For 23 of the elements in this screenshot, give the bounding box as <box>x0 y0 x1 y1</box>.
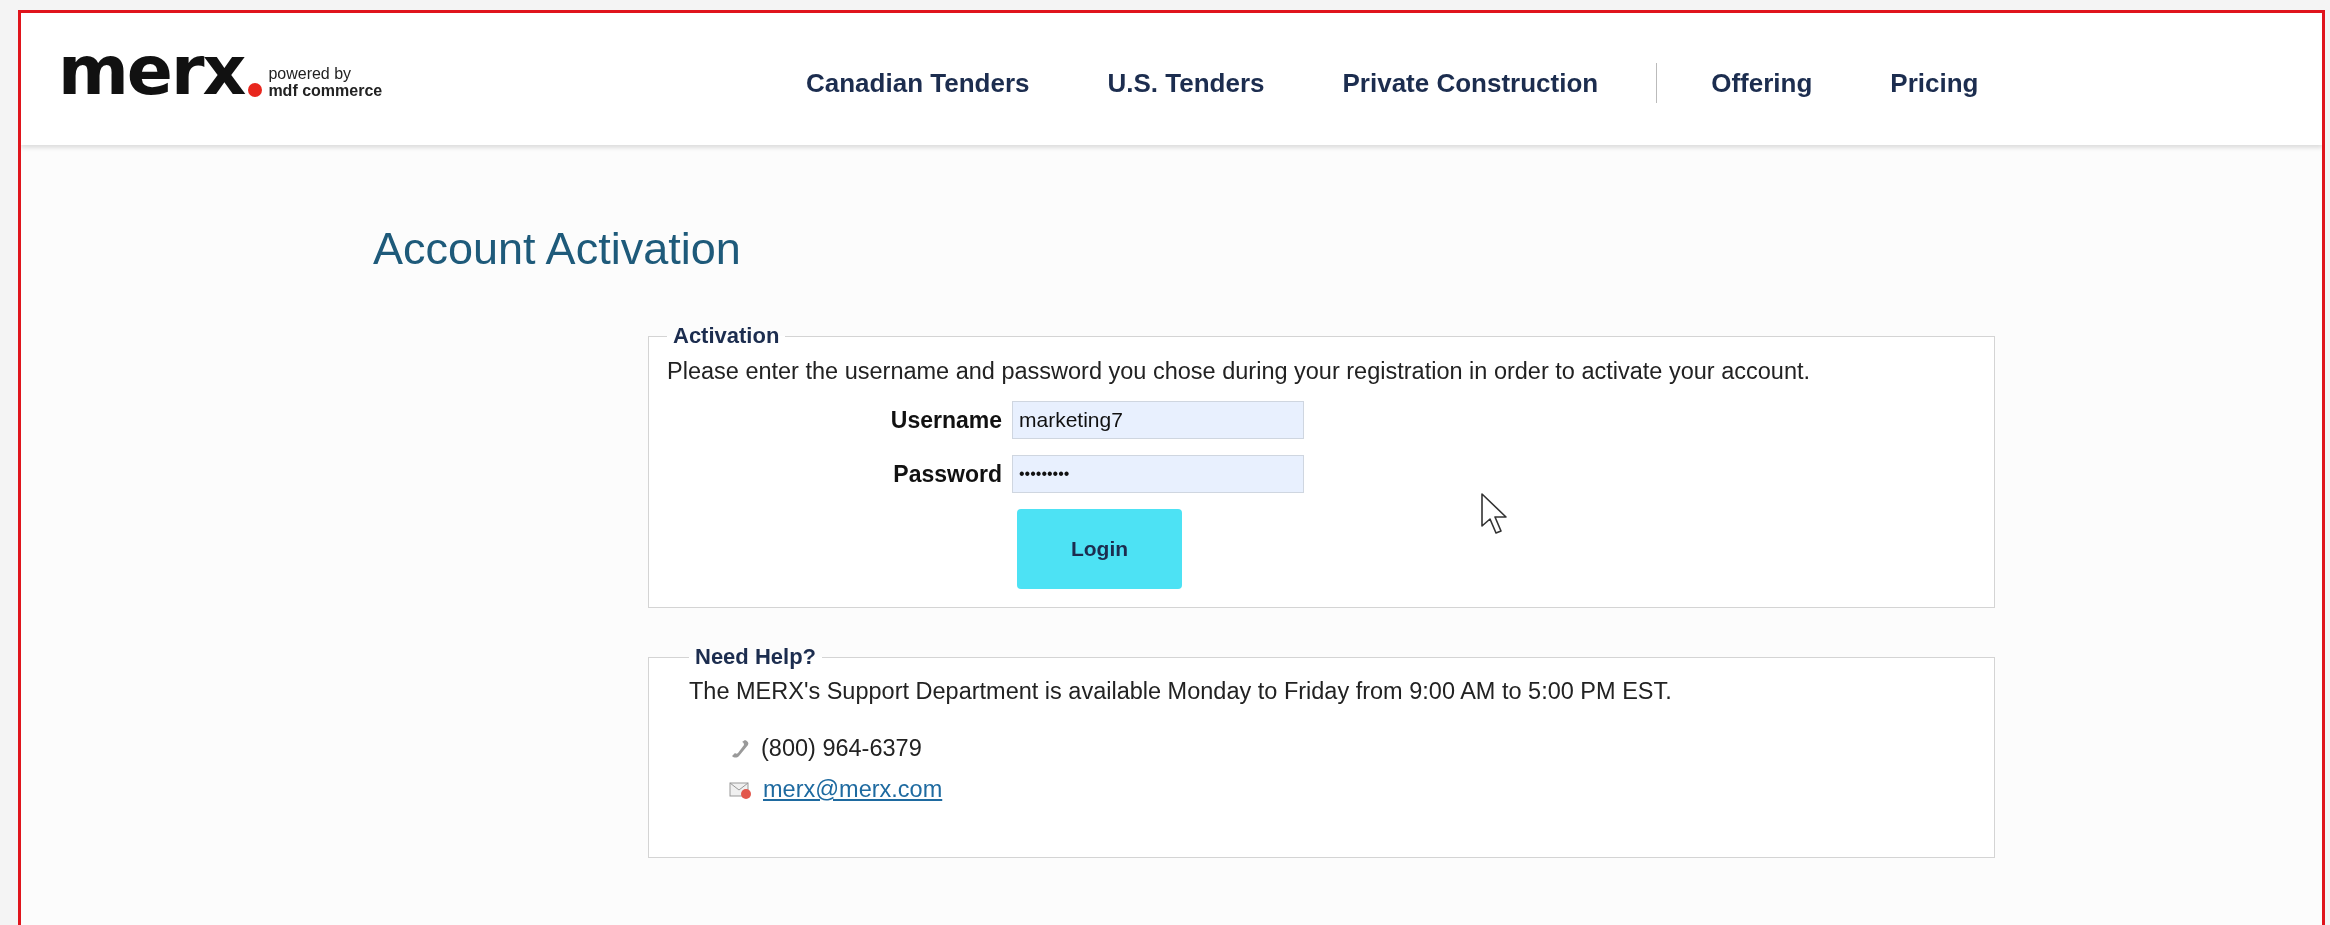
instructions-text: Please enter the username and password you chose during your registration in order to activate your account. <box>667 357 1811 386</box>
password-field[interactable]: ••••••••• <box>1012 455 1304 493</box>
nav-link[interactable]: Private Construction <box>1342 67 1599 99</box>
panel-legend: Need Help? <box>689 644 823 670</box>
nav-link[interactable]: Offering <box>1711 67 1813 99</box>
page-title: Account Activation <box>373 223 742 275</box>
logo-wordmark[interactable]: merx <box>58 41 245 101</box>
username-field[interactable]: marketing7 <box>1012 401 1304 439</box>
email-icon <box>729 779 753 800</box>
phone-number: (800) 964-6379 <box>761 735 922 762</box>
panel-legend: Activation <box>667 323 786 349</box>
nav-link[interactable]: U.S. Tenders <box>1107 67 1265 99</box>
nav-link[interactable]: Pricing <box>1890 67 1979 99</box>
email-link[interactable]: merx@merx.com <box>763 776 943 803</box>
login-button[interactable]: Login <box>1017 509 1182 589</box>
field-label: Password <box>892 460 1002 488</box>
logo-company: mdf commerce <box>268 82 383 99</box>
field-label: Username <box>889 406 1002 434</box>
logo-dot-icon <box>248 83 263 97</box>
support-hours-text: The MERX's Support Department is available Monday to Friday from 9:00 AM to 5:00 PM EST. <box>689 678 1673 705</box>
mouse-pointer-icon <box>1480 492 1510 536</box>
logo-tagline: powered by <box>268 65 353 82</box>
nav-link[interactable]: Canadian Tenders <box>806 67 1030 99</box>
